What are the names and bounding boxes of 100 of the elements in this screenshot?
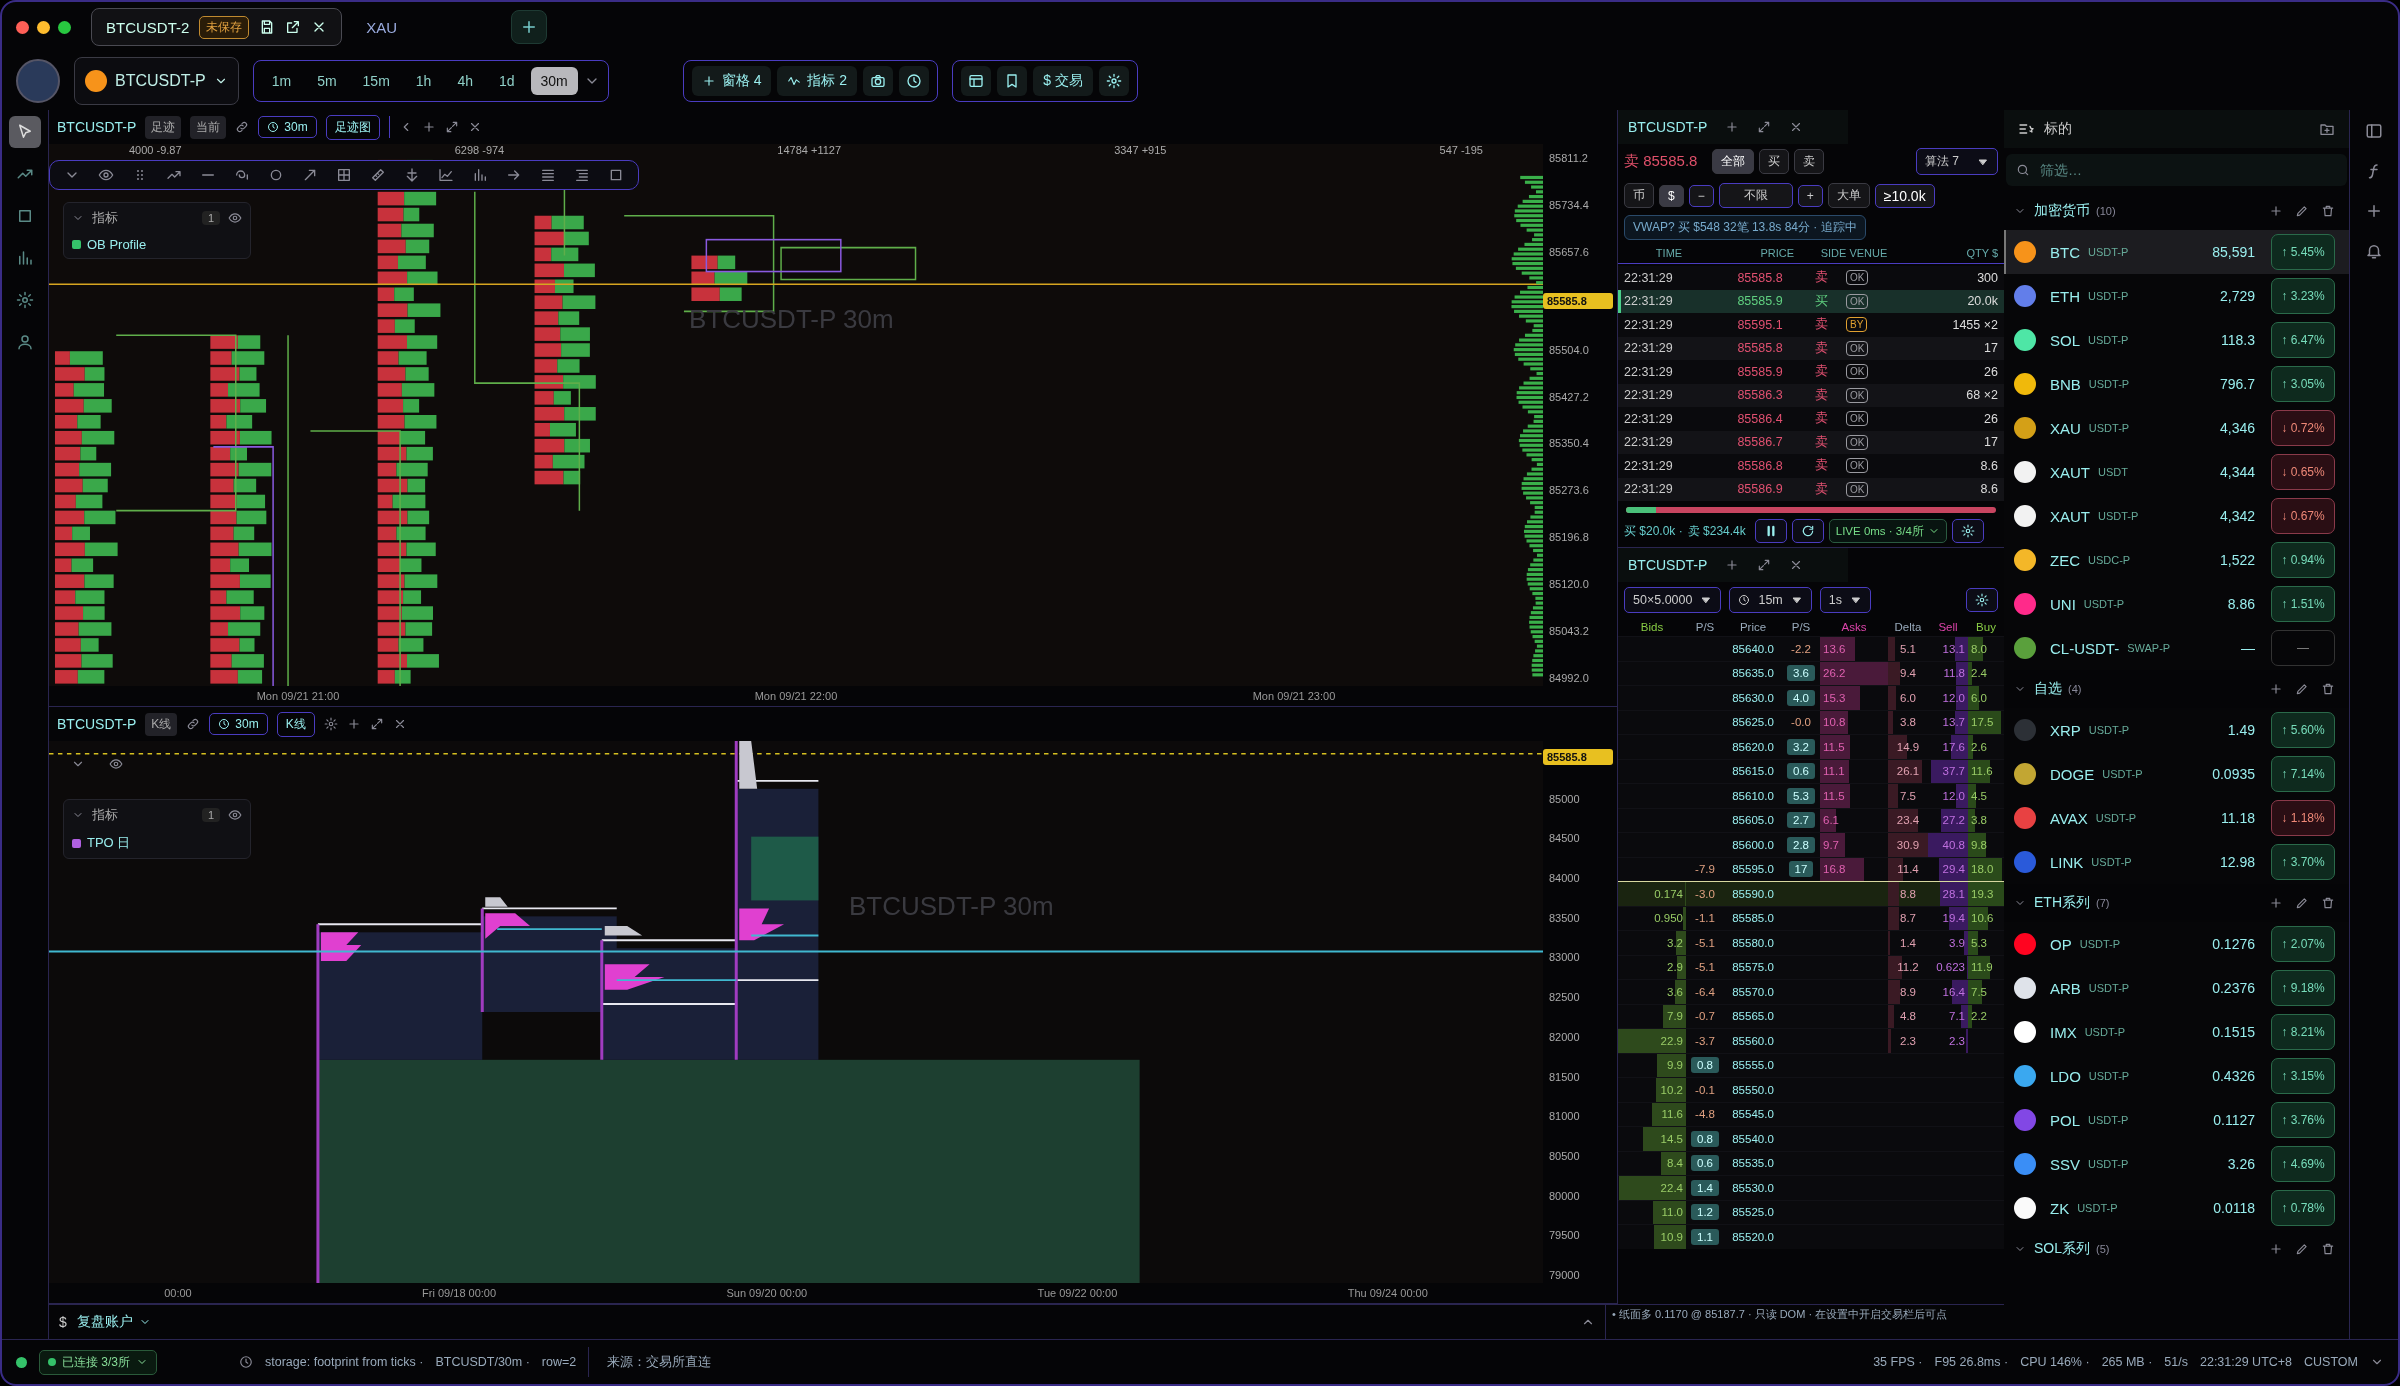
- chart-symbol[interactable]: BTCUSDT-P: [57, 119, 137, 135]
- cursor-icon[interactable]: [9, 116, 41, 148]
- area-chart-icon[interactable]: [438, 167, 454, 183]
- clock-icon[interactable]: [899, 66, 930, 96]
- camera-icon[interactable]: [863, 66, 894, 96]
- delete-icon[interactable]: [2321, 204, 2335, 218]
- filter-input[interactable]: 筛选…: [2038, 161, 2337, 179]
- eye-icon[interactable]: [109, 757, 123, 771]
- group-name[interactable]: SOL系列: [2034, 1240, 2090, 1258]
- refresh-rate-dropdown[interactable]: 1s: [1819, 587, 1871, 613]
- close-window-button[interactable]: [16, 20, 29, 34]
- zoom-window-button[interactable]: [58, 20, 71, 34]
- new-tab-button[interactable]: [511, 10, 548, 44]
- filter-field[interactable]: 筛选…: [2006, 154, 2347, 186]
- connection-dropdown[interactable]: 已连接 3/3所: [39, 1349, 157, 1375]
- big-order-toggle[interactable]: 大单: [1827, 183, 1870, 208]
- edit-icon[interactable]: [2295, 204, 2309, 218]
- expand-icon[interactable]: [1757, 558, 1772, 572]
- timeframe-tab[interactable]: 5m: [307, 67, 347, 95]
- document-tab[interactable]: XAU: [352, 9, 412, 45]
- side-filter-tab[interactable]: 全部: [1712, 149, 1755, 174]
- edit-icon[interactable]: [2295, 682, 2309, 696]
- panel-icon[interactable]: [2365, 122, 2383, 140]
- timeframe-tab[interactable]: 4h: [447, 67, 483, 95]
- indicator-name[interactable]: TPO 日: [87, 834, 131, 852]
- increase-button[interactable]: +: [1797, 184, 1823, 207]
- trade-button[interactable]: $ 交易: [1033, 66, 1093, 96]
- layout-icon[interactable]: [961, 66, 992, 96]
- ladder-size-dropdown[interactable]: 50×5.0000: [1624, 587, 1722, 613]
- delete-icon[interactable]: [2321, 896, 2335, 910]
- unit-toggle[interactable]: 币: [1624, 183, 1654, 208]
- threshold-button[interactable]: ≥10.0k: [1874, 183, 1935, 208]
- timeframe-tab[interactable]: 1d: [488, 67, 525, 95]
- settings-icon[interactable]: [323, 717, 338, 731]
- delete-icon[interactable]: [2321, 682, 2335, 696]
- panes-button[interactable]: 窗格 4: [691, 66, 772, 96]
- right-arrow-icon[interactable]: [506, 167, 522, 183]
- pen-loop-icon[interactable]: [234, 167, 250, 183]
- group-name[interactable]: ETH系列: [2034, 894, 2090, 912]
- avatar[interactable]: [16, 59, 60, 103]
- ruler-icon[interactable]: [370, 167, 386, 183]
- add-icon[interactable]: [421, 120, 436, 134]
- indicator-name[interactable]: OB Profile: [87, 237, 147, 252]
- timeframe-tab[interactable]: 15m: [352, 67, 400, 95]
- interval-button[interactable]: 30m: [258, 116, 317, 138]
- add-folder-icon[interactable]: [2319, 121, 2335, 137]
- decrease-button[interactable]: −: [1688, 184, 1714, 207]
- chart-type-button[interactable]: K线: [276, 711, 315, 737]
- delete-icon[interactable]: [2321, 1242, 2335, 1256]
- indicators-button[interactable]: 指标 2: [777, 66, 858, 96]
- group-name[interactable]: 加密货币: [2034, 202, 2090, 220]
- rectangle-icon[interactable]: [608, 167, 624, 183]
- arrow-icon[interactable]: [302, 167, 318, 183]
- chart-symbol[interactable]: BTCUSDT-P: [57, 716, 137, 732]
- link-icon[interactable]: [235, 120, 250, 134]
- pause-icon[interactable]: [1754, 519, 1787, 543]
- add-icon[interactable]: [2269, 204, 2283, 218]
- layers-icon[interactable]: [574, 167, 590, 183]
- side-filter-tab[interactable]: 买: [1759, 149, 1790, 174]
- grid-icon[interactable]: [336, 167, 352, 183]
- expand-icon[interactable]: [1757, 120, 1772, 134]
- live-venues-dropdown[interactable]: LIVE 0ms · 3/4所: [1828, 519, 1947, 543]
- account-selector[interactable]: 复盘账户: [76, 1313, 151, 1331]
- edit-icon[interactable]: [2295, 896, 2309, 910]
- limit-field[interactable]: 不限: [1718, 183, 1793, 208]
- add-icon[interactable]: [2269, 682, 2283, 696]
- edit-icon[interactable]: [2295, 1242, 2309, 1256]
- fib-lines-icon[interactable]: [540, 167, 556, 183]
- add-icon[interactable]: [2269, 1242, 2283, 1256]
- group-name[interactable]: 自选: [2034, 680, 2062, 698]
- alert-icon[interactable]: [2365, 242, 2383, 260]
- algorithm-dropdown[interactable]: 算法 7: [1916, 148, 1998, 175]
- interval-button[interactable]: 30m: [209, 713, 268, 735]
- refresh-icon[interactable]: [1791, 519, 1824, 543]
- chart-tag[interactable]: 足迹: [145, 115, 182, 139]
- unit-toggle[interactable]: $: [1659, 184, 1684, 207]
- timeframe-tab[interactable]: 1m: [261, 67, 302, 95]
- add-icon[interactable]: [2269, 896, 2283, 910]
- add-icon[interactable]: [1725, 120, 1740, 134]
- document-tab[interactable]: BTCUSDT-2 未保存: [91, 8, 343, 46]
- settings-icon[interactable]: [1098, 66, 1129, 96]
- expand-icon[interactable]: [369, 717, 384, 731]
- chart-tag[interactable]: K线: [145, 712, 178, 736]
- side-filter-tab[interactable]: 卖: [1794, 149, 1825, 174]
- bookmark-icon[interactable]: [997, 66, 1028, 96]
- visibility-icon[interactable]: [228, 211, 242, 225]
- chart-tag[interactable]: 当前: [190, 115, 227, 139]
- link-icon[interactable]: [186, 717, 201, 731]
- timeframe-tab[interactable]: 1h: [405, 67, 442, 95]
- settings-icon[interactable]: [1966, 588, 1998, 612]
- timeframe-tab[interactable]: 30m: [530, 67, 578, 95]
- circle-icon[interactable]: [268, 167, 284, 183]
- expand-icon[interactable]: [444, 120, 459, 134]
- bar-chart-icon[interactable]: [472, 167, 488, 183]
- add-icon[interactable]: [2365, 202, 2383, 220]
- settings-icon[interactable]: [1951, 519, 1984, 543]
- visibility-icon[interactable]: [228, 808, 242, 822]
- anchor-icon[interactable]: [404, 167, 420, 183]
- symbol-selector[interactable]: BTCUSDT-P: [74, 57, 239, 105]
- chart-type-button[interactable]: 足迹图: [325, 114, 380, 140]
